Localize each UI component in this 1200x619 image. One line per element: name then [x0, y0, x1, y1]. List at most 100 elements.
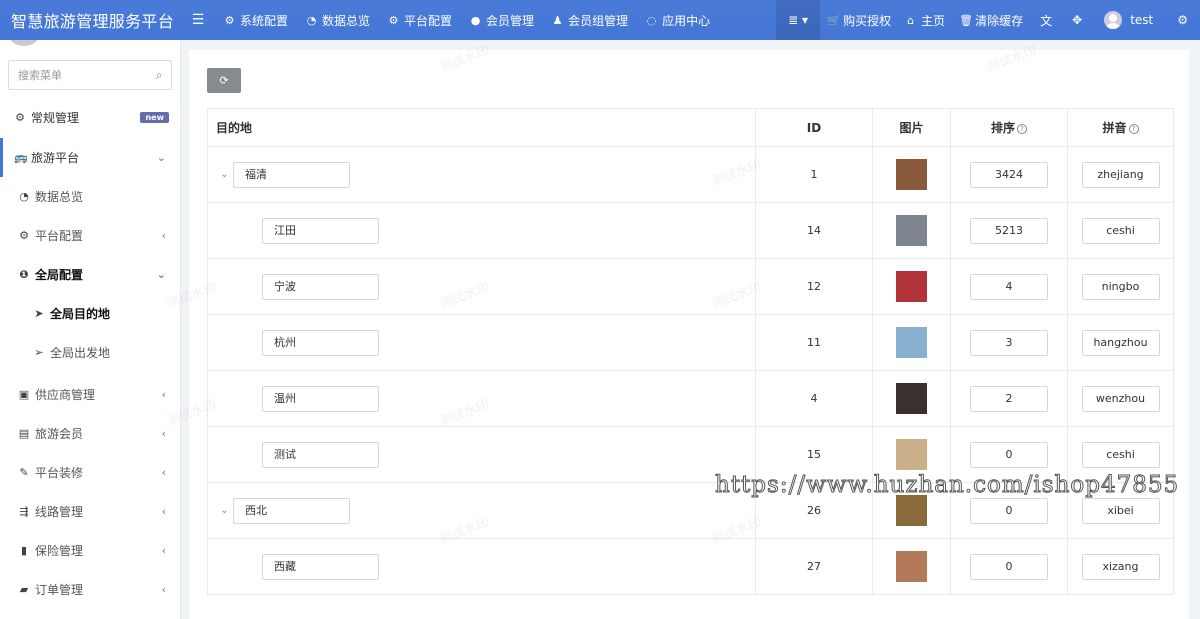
- topnav-system-config[interactable]: ⚙ 系统配置: [215, 0, 297, 40]
- chevron-left-icon: ‹: [161, 427, 166, 440]
- list-icon: ≣ ▾: [788, 13, 809, 27]
- help-icon[interactable]: ?: [1128, 123, 1139, 134]
- translate-icon[interactable]: 文: [1030, 0, 1062, 40]
- pinyin-input[interactable]: ceshi: [1081, 441, 1160, 468]
- pinyin-input[interactable]: xizang: [1081, 553, 1160, 580]
- user-name: test: [1130, 13, 1154, 27]
- topnav-clear-cache[interactable]: 🗑 清除缓存: [952, 0, 1030, 40]
- topnav-dashboard[interactable]: ◔ 数据总览: [297, 0, 379, 40]
- destination-name-input[interactable]: 测试: [262, 441, 379, 468]
- table-header-row: 目的地 ID 图片 排序? 拼音?: [207, 108, 1174, 147]
- sidebar-item-global-config[interactable]: ❶ 全局配置 ⌄: [0, 255, 180, 294]
- sidebar-item-label: 全局配置: [35, 268, 84, 282]
- topnav-member[interactable]: ● 会员管理: [461, 0, 543, 40]
- col-header-id[interactable]: ID: [755, 108, 873, 147]
- cell-image: [872, 258, 951, 315]
- sidebar-item-travel-member[interactable]: ▤ 旅游会员 ‹: [0, 414, 180, 453]
- cell-pinyin: hangzhou: [1067, 314, 1174, 371]
- sidebar-item-label: 旅游平台: [31, 151, 80, 165]
- topnav-app-center[interactable]: ◌ 应用中心: [637, 0, 719, 40]
- table-row: 江田 14 5213 ceshi: [207, 202, 1174, 259]
- send-icon: ➢: [34, 346, 44, 359]
- cell-pinyin: wenzhou: [1067, 370, 1174, 427]
- sort-input[interactable]: 0: [970, 553, 1048, 580]
- sidebar-item-order[interactable]: ▰ 订单管理 ‹: [0, 570, 180, 609]
- pinyin-input[interactable]: xibei: [1081, 497, 1160, 524]
- topnav-member-group[interactable]: ♟ 会员组管理: [543, 0, 637, 40]
- sidebar-item-general[interactable]: ⚙ 常规管理 new: [0, 98, 180, 137]
- destination-name-input[interactable]: 宁波: [262, 273, 379, 300]
- sidebar-item-label: 常规管理: [31, 111, 80, 125]
- app-title[interactable]: 智慧旅游管理服务平台: [0, 0, 181, 40]
- sidebar-item-platform-config[interactable]: ⚙ 平台配置 ‹: [0, 216, 180, 255]
- topnav-label: 系统配置: [240, 13, 289, 28]
- destination-thumbnail[interactable]: [896, 215, 927, 246]
- sidebar-item-travel-platform[interactable]: 🚌 旅游平台 ⌄: [0, 138, 180, 177]
- sidebar-item-label: 订单管理: [35, 583, 84, 597]
- pinyin-input[interactable]: zhejiang: [1081, 161, 1160, 188]
- destination-thumbnail[interactable]: [896, 495, 927, 526]
- destination-name-input[interactable]: 温州: [262, 385, 379, 412]
- sort-input[interactable]: 3424: [970, 161, 1048, 188]
- sidebar-item-global-departure[interactable]: ➢ 全局出发地: [0, 333, 180, 372]
- col-header-sort[interactable]: 排序?: [950, 108, 1068, 147]
- sidebar-item-insurance[interactable]: ▮ 保险管理 ‹: [0, 531, 180, 570]
- topnav-label: 应用中心: [662, 13, 711, 28]
- header-label: 排序: [990, 121, 1015, 135]
- sidebar-item-supplier[interactable]: ▣ 供应商管理 ‹: [0, 375, 180, 414]
- chevron-down-icon[interactable]: ⌄: [216, 169, 233, 180]
- sort-input[interactable]: 2: [970, 385, 1048, 412]
- col-header-pinyin[interactable]: 拼音?: [1067, 108, 1174, 147]
- destination-name-input[interactable]: 西北: [233, 497, 350, 524]
- destination-thumbnail[interactable]: [896, 271, 927, 302]
- sidebar-item-decoration[interactable]: ✎ 平台装修 ‹: [0, 453, 180, 492]
- chevron-down-icon[interactable]: ⌄: [216, 505, 233, 516]
- sidebar-item-dashboard[interactable]: ◔ 数据总览: [0, 177, 180, 216]
- destination-name-input[interactable]: 江田: [262, 217, 379, 244]
- destination-thumbnail[interactable]: [896, 551, 927, 582]
- sidebar-item-label: 全局出发地: [50, 346, 111, 360]
- pinyin-input[interactable]: ningbo: [1081, 273, 1160, 300]
- list-dropdown-button[interactable]: ≣ ▾: [776, 0, 821, 40]
- cell-pinyin: ningbo: [1067, 258, 1174, 315]
- sidebar-item-route[interactable]: ⇶ 线路管理 ‹: [0, 492, 180, 531]
- sidebar-item-label: 线路管理: [35, 505, 84, 519]
- pinyin-input[interactable]: wenzhou: [1081, 385, 1160, 412]
- topnav-home[interactable]: ⌂ 主页: [898, 0, 952, 40]
- table-row: ⌄ 福清 1 3424 zhejiang: [207, 146, 1174, 203]
- destination-thumbnail[interactable]: [896, 159, 927, 190]
- topnav-buy-license[interactable]: 🛒 购买授权: [820, 0, 898, 40]
- user-menu[interactable]: test: [1092, 0, 1165, 40]
- settings-gear-icon[interactable]: ⚙: [1165, 0, 1200, 40]
- destination-thumbnail[interactable]: [896, 327, 927, 358]
- help-icon[interactable]: ?: [1017, 123, 1027, 134]
- sort-input[interactable]: 3: [970, 329, 1048, 356]
- sidebar-item-global-destination[interactable]: ➤ 全局目的地: [0, 294, 180, 333]
- pinyin-input[interactable]: hangzhou: [1081, 329, 1160, 356]
- destination-name-input[interactable]: 西藏: [262, 553, 379, 580]
- cell-id: 11: [755, 314, 873, 371]
- refresh-button[interactable]: ⟳: [207, 68, 241, 93]
- cell-id: 12: [755, 258, 873, 315]
- sort-input[interactable]: 5213: [970, 217, 1048, 244]
- destination-name-input[interactable]: 福清: [233, 161, 350, 188]
- content-panel: ⟳ 目的地 ID 图片 排序? 拼音? ⌄ 福清 1 3424 zhejiang 江田 14…: [189, 50, 1189, 619]
- sort-input[interactable]: 4: [970, 273, 1048, 300]
- sort-input[interactable]: 0: [970, 441, 1048, 468]
- destination-thumbnail[interactable]: [896, 383, 927, 414]
- destination-thumbnail[interactable]: [896, 439, 927, 470]
- destination-name-input[interactable]: 杭州: [262, 329, 379, 356]
- sort-input[interactable]: 0: [970, 497, 1048, 524]
- menu-toggle-icon[interactable]: ☰: [181, 0, 215, 40]
- table-row: 西藏 27 0 xizang: [207, 538, 1174, 595]
- search-icon[interactable]: ⌕: [147, 68, 171, 83]
- search-input[interactable]: [9, 68, 147, 82]
- header-label: 拼音: [1102, 121, 1127, 135]
- fullscreen-icon[interactable]: ✥: [1062, 0, 1092, 40]
- topnav-label: 清除缓存: [975, 13, 1024, 28]
- menu-search[interactable]: ⌕: [8, 60, 172, 90]
- chevron-left-icon: ‹: [161, 544, 166, 557]
- pinyin-input[interactable]: ceshi: [1081, 217, 1160, 244]
- cogs-icon: ⚙: [15, 111, 25, 124]
- topnav-platform-config[interactable]: ⚙ 平台配置: [379, 0, 461, 40]
